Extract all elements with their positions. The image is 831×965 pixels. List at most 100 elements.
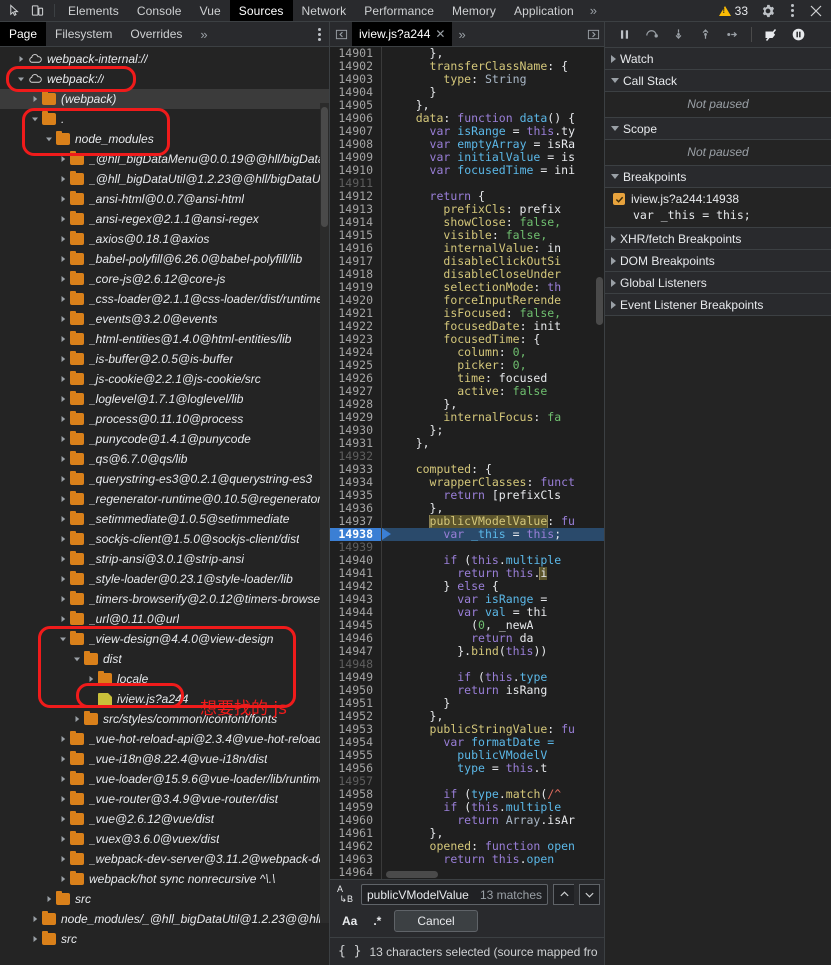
chevron-right-icon[interactable] — [58, 295, 68, 303]
tree-item[interactable]: _babel-polyfill@6.26.0@babel-polyfill/li… — [0, 249, 329, 269]
chevron-right-icon[interactable] — [58, 255, 68, 263]
tree-item[interactable]: _is-buffer@2.0.5@is-buffer — [0, 349, 329, 369]
tree-item[interactable]: _qs@6.7.0@qs/lib — [0, 449, 329, 469]
line-number[interactable]: 14964 — [330, 866, 382, 879]
tree-item[interactable]: webpack:// — [0, 69, 329, 89]
tree-item[interactable]: _strip-ansi@3.0.1@strip-ansi — [0, 549, 329, 569]
chevron-right-icon[interactable] — [58, 835, 68, 843]
tree-item[interactable]: _html-entities@1.4.0@html-entities/lib — [0, 329, 329, 349]
tree-item[interactable]: src — [0, 929, 329, 949]
section-xhr-fetch-breakpoints[interactable]: XHR/fetch Breakpoints — [605, 228, 831, 250]
chevron-right-icon[interactable] — [58, 855, 68, 863]
file-tree-scrollbar-thumb[interactable] — [321, 107, 328, 227]
chevron-right-icon[interactable] — [58, 435, 68, 443]
code-editor[interactable]: 14901 }, 14902 transferClassName: {14903 … — [330, 47, 604, 879]
editor-more-tabs-button[interactable]: » — [452, 22, 471, 46]
file-tree-scroll-container[interactable]: webpack-internal:// webpack:// (webpack). n… — [0, 47, 329, 965]
tab-memory[interactable]: Memory — [443, 0, 505, 21]
tree-item[interactable]: node_modules — [0, 129, 329, 149]
chevron-right-icon[interactable] — [72, 715, 82, 723]
tab-performance[interactable]: Performance — [355, 0, 443, 21]
chevron-right-icon[interactable] — [30, 95, 40, 103]
code-vertical-scrollbar-thumb[interactable] — [596, 277, 603, 325]
tree-item[interactable]: webpack-internal:// — [0, 49, 329, 69]
tree-item[interactable]: (webpack) — [0, 89, 329, 109]
tree-item[interactable]: _punycode@1.4.1@punycode — [0, 429, 329, 449]
tree-item[interactable]: _sockjs-client@1.5.0@sockjs-client/dist — [0, 529, 329, 549]
tab-elements[interactable]: Elements — [59, 0, 128, 21]
tree-item[interactable]: . — [0, 109, 329, 129]
chevron-right-icon[interactable] — [58, 315, 68, 323]
step-over-button[interactable] — [638, 24, 664, 46]
pretty-print-icon[interactable]: { } — [338, 944, 361, 959]
tree-item[interactable]: _timers-browserify@2.0.12@timers-browser — [0, 589, 329, 609]
tree-item[interactable]: _ansi-regex@2.1.1@ansi-regex — [0, 209, 329, 229]
chevron-down-icon[interactable] — [579, 884, 600, 905]
device-toolbar-icon[interactable] — [27, 2, 47, 20]
regex-toggle[interactable]: .* — [370, 914, 384, 928]
close-icon[interactable]: ✕ — [435, 28, 445, 40]
warning-badge[interactable]: 33 — [715, 4, 755, 18]
section-watch[interactable]: Watch — [605, 48, 831, 70]
tab-network[interactable]: Network — [293, 0, 356, 21]
tree-item[interactable]: _vue-hot-reload-api@2.3.4@vue-hot-reload… — [0, 729, 329, 749]
chevron-down-icon[interactable] — [16, 75, 26, 83]
breakpoint-item[interactable]: iview.js?a244:14938 var _this = this; — [605, 188, 831, 228]
tree-item[interactable]: _vue-router@3.4.9@vue-router/dist — [0, 789, 329, 809]
section-event-listener-breakpoints[interactable]: Event Listener Breakpoints — [605, 294, 831, 316]
tree-item[interactable]: _vuex@3.6.0@vuex/dist — [0, 829, 329, 849]
chevron-right-icon[interactable] — [58, 335, 68, 343]
tree-item[interactable]: _core-js@2.6.12@core-js — [0, 269, 329, 289]
tree-item[interactable]: _css-loader@2.1.1@css-loader/dist/runtim… — [0, 289, 329, 309]
chevron-right-icon[interactable] — [44, 895, 54, 903]
nav-tab-page[interactable]: Page — [0, 22, 47, 46]
more-tabs-button[interactable]: » — [583, 0, 604, 21]
chevron-right-icon[interactable] — [58, 415, 68, 423]
chevron-right-icon[interactable] — [58, 475, 68, 483]
chevron-right-icon[interactable] — [58, 175, 68, 183]
tree-item[interactable]: _vue-i18n@8.22.4@vue-i18n/dist — [0, 749, 329, 769]
chevron-right-icon[interactable] — [30, 935, 40, 943]
chevron-right-icon[interactable] — [58, 735, 68, 743]
chevron-right-icon[interactable] — [58, 615, 68, 623]
close-icon[interactable] — [805, 1, 827, 21]
breakpoint-marker[interactable] — [382, 528, 391, 541]
tree-item[interactable]: node_modules/_@hll_bigDataUtil@1.2.23@@h… — [0, 909, 329, 929]
section-call-stack[interactable]: Call Stack — [605, 70, 831, 92]
chevron-right-icon[interactable] — [58, 215, 68, 223]
step-out-button[interactable] — [692, 24, 718, 46]
tree-item[interactable]: src/styles/common/iconfont/fonts — [0, 709, 329, 729]
tab-vue[interactable]: Vue — [191, 0, 230, 21]
kebab-menu-icon[interactable] — [781, 1, 803, 21]
tab-console[interactable]: Console — [128, 0, 191, 21]
chevron-right-icon[interactable] — [58, 815, 68, 823]
chevron-down-icon[interactable] — [58, 635, 68, 643]
match-case-toggle[interactable]: Aa — [339, 914, 360, 928]
chevron-right-icon[interactable] — [58, 555, 68, 563]
tree-item[interactable]: dist — [0, 649, 329, 669]
tree-item[interactable]: _querystring-es3@0.2.1@querystring-es3 — [0, 469, 329, 489]
step-into-button[interactable] — [665, 24, 691, 46]
nav-tab-filesystem[interactable]: Filesystem — [46, 22, 121, 46]
chevron-down-icon[interactable] — [44, 135, 54, 143]
tree-item[interactable]: _process@0.11.10@process — [0, 409, 329, 429]
tree-item[interactable]: _style-loader@0.23.1@style-loader/lib — [0, 569, 329, 589]
navigate-back-icon[interactable] — [330, 22, 352, 46]
tree-item[interactable]: _@hll_bigDataMenu@0.0.19@@hll/bigDataM — [0, 149, 329, 169]
tree-item[interactable]: _view-design@4.4.0@view-design — [0, 629, 329, 649]
chevron-right-icon[interactable] — [58, 755, 68, 763]
chevron-right-icon[interactable] — [58, 155, 68, 163]
tree-item[interactable]: _url@0.11.0@url — [0, 609, 329, 629]
chevron-right-icon[interactable] — [58, 455, 68, 463]
chevron-right-icon[interactable] — [58, 575, 68, 583]
code-horizontal-scrollbar-track[interactable] — [386, 871, 604, 879]
tab-sources[interactable]: Sources — [229, 0, 293, 21]
tree-item[interactable]: src — [0, 889, 329, 909]
chevron-right-icon[interactable] — [58, 795, 68, 803]
editor-tab-iview[interactable]: iview.js?a244 ✕ — [352, 22, 453, 46]
chevron-right-icon[interactable] — [58, 775, 68, 783]
tree-item[interactable]: _webpack-dev-server@3.11.2@webpack-de — [0, 849, 329, 869]
tree-item[interactable]: _setimmediate@1.0.5@setimmediate — [0, 509, 329, 529]
chevron-right-icon[interactable] — [30, 915, 40, 923]
tree-item[interactable]: _vue-loader@15.9.6@vue-loader/lib/runtim… — [0, 769, 329, 789]
